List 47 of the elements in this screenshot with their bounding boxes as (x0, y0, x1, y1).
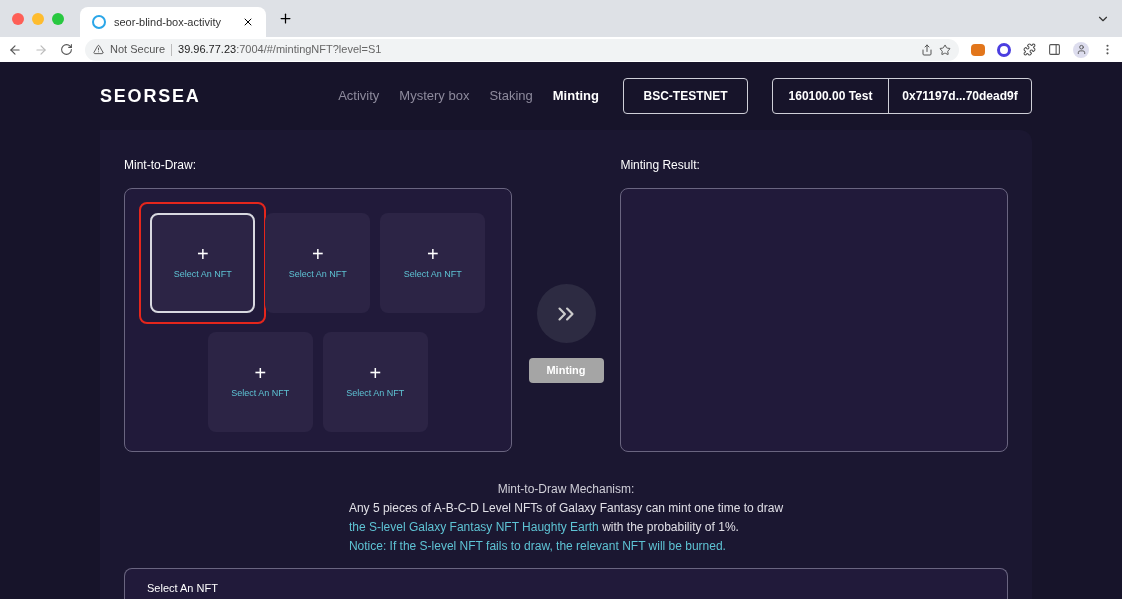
mechanism-text: the S-level Galaxy Fantasy NFT Haughty Earth with the probability of 1%. (348, 519, 739, 536)
url-text: 39.96.77.23:7004/#/mintingNFT?level=S1 (178, 42, 382, 58)
slot-label: Select An NFT (231, 387, 290, 401)
new-tab-icon[interactable] (278, 11, 293, 26)
nft-slot[interactable]: + Select An NFT (207, 332, 313, 432)
slot-label: Select An NFT (288, 268, 347, 282)
nft-slot[interactable]: + Select An NFT (265, 213, 371, 313)
panel-title: Select An NFT (147, 582, 218, 594)
logo[interactable]: SEORSEA (100, 82, 201, 110)
section-title: Mint-to-Draw: (124, 157, 197, 174)
plus-icon: + (311, 244, 324, 265)
tab-title: seor-blind-box-activity (114, 14, 222, 30)
plus-icon: + (196, 244, 209, 265)
nft-slot[interactable]: + Select An NFT (150, 213, 256, 313)
warning-icon (93, 44, 104, 55)
bookmark-star-icon[interactable] (939, 43, 951, 56)
section-title: Minting Result: (620, 157, 701, 174)
nav-link[interactable]: Staking (489, 86, 533, 106)
nft-slot[interactable]: + Select An NFT (322, 332, 428, 432)
nav-link[interactable]: Mystery box (399, 86, 470, 106)
mechanism-text: Any 5 pieces of A-B-C-D Level NFTs of Galaxy Fantasy can mint one time to draw (348, 500, 784, 517)
nav-link[interactable]: Activity (338, 86, 380, 106)
extensions-icon[interactable] (1023, 43, 1036, 56)
notice-text: Notice: If the S-level NFT fails to draw, the relevant NFT will be burned. (348, 538, 726, 555)
plus-icon: + (254, 363, 267, 384)
share-icon[interactable] (921, 43, 933, 56)
reload-icon[interactable] (60, 43, 73, 56)
wallet-address-button[interactable]: 0x71197d...70dead9f (889, 79, 1031, 113)
side-panel-icon[interactable] (1048, 43, 1061, 56)
slot-label: Select An NFT (173, 268, 232, 282)
address-field[interactable]: Not Secure 39.96.77.23:7004/#/mintingNFT?level=S1 (85, 38, 959, 61)
close-tab-icon[interactable] (242, 16, 254, 28)
browser-tab[interactable]: seor-blind-box-activity (80, 7, 266, 37)
slot-label: Select An NFT (346, 387, 405, 401)
plus-icon: + (426, 244, 439, 265)
network-button[interactable]: BSC-TESTNET (623, 78, 748, 114)
back-icon[interactable] (8, 42, 22, 57)
plus-icon: + (369, 363, 382, 384)
nav-link[interactable]: Minting (552, 86, 599, 106)
nft-slot[interactable]: + Select An NFT (380, 213, 486, 313)
site-favicon-icon (92, 15, 106, 29)
security-label: Not Secure (110, 42, 166, 58)
profile-avatar-icon[interactable] (1073, 41, 1089, 58)
mechanism-title: Mint-to-Draw Mechanism: (497, 481, 635, 498)
slot-label: Select An NFT (403, 268, 462, 282)
circle-extension-icon[interactable] (997, 42, 1011, 57)
balance-label: 160100.00 Test (773, 79, 889, 113)
